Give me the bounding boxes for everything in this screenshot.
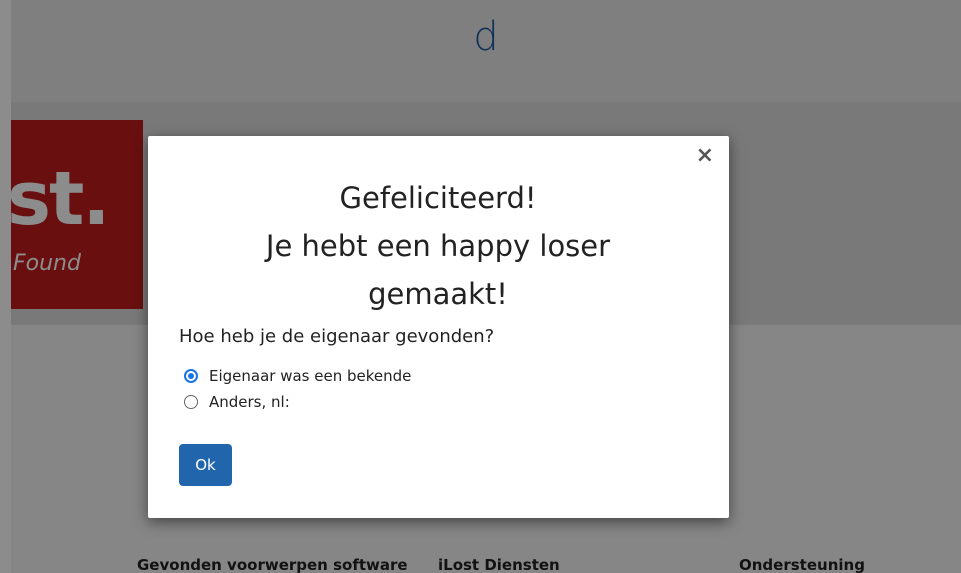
modal-title-line-3: gemaakt! — [368, 277, 508, 311]
radio-option-known-owner[interactable]: Eigenaar was een bekende — [184, 367, 411, 385]
radio-label-other: Anders, nl: — [209, 393, 290, 411]
modal-title-line-1: Gefeliciteerd! — [339, 181, 537, 215]
radio-option-other[interactable]: Anders, nl: — [184, 393, 290, 411]
modal-title: Gefeliciteerd! Je hebt een happy loser g… — [188, 174, 688, 318]
ok-button[interactable]: Ok — [179, 444, 232, 486]
congrats-modal: × Gefeliciteerd! Je hebt een happy loser… — [148, 136, 729, 518]
radio-label-known-owner: Eigenaar was een bekende — [209, 367, 412, 385]
radio-icon[interactable] — [184, 395, 198, 409]
radio-icon[interactable] — [184, 369, 198, 383]
modal-title-line-2: Je hebt een happy loser — [265, 229, 611, 263]
modal-question: Hoe heb je de eigenaar gevonden? — [179, 326, 495, 347]
close-icon[interactable]: × — [696, 144, 714, 168]
